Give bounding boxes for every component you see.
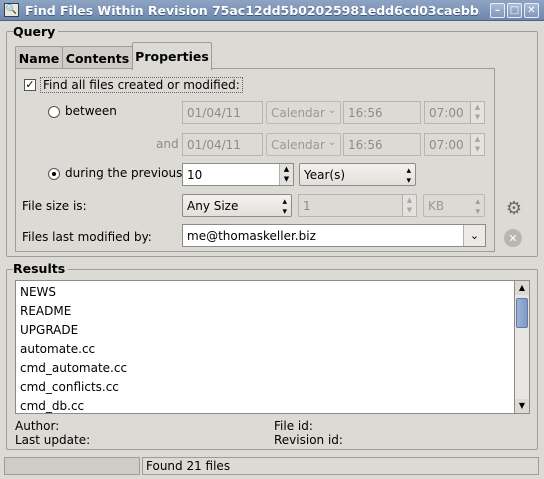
window-title: Find Files Within Revision 75ac12dd5b020… (25, 3, 480, 18)
revision-id-label: Revision id: (274, 433, 343, 447)
file-size-comparison-combo[interactable]: Any Size ▴ ▾ (182, 194, 292, 217)
scroll-down-icon[interactable]: ▼ (515, 399, 529, 413)
modified-by-value: me@thomaskeller.biz (187, 228, 316, 243)
clear-icon[interactable]: ✕ (504, 229, 522, 247)
close-icon[interactable]: ✕ (524, 3, 539, 18)
chevron-down-icon: ⌄ (327, 137, 336, 148)
file-id-label: File id: (274, 419, 313, 433)
status-progress (4, 457, 140, 475)
title-bar[interactable]: 🔍 Find Files Within Revision 75ac12dd5b0… (0, 0, 544, 21)
to-zone-spin[interactable]: 07:00 ▲ ▼ (424, 133, 485, 156)
app-icon: 🔍 (4, 3, 19, 17)
updown-icon: ▴ ▾ (282, 197, 287, 217)
from-zone-value: 07:00 (429, 105, 464, 120)
find-all-label[interactable]: Find all files created or modified: (40, 77, 243, 93)
file-size-unit-combo[interactable]: KB ▴ ▾ (423, 194, 485, 217)
list-item[interactable]: NEWS (20, 285, 56, 299)
spin-arrows-icon[interactable]: ▲ ▼ (279, 164, 293, 185)
to-date-field[interactable]: 01/04/11 (182, 133, 263, 156)
between-label: between (65, 104, 117, 118)
during-label: during the previous (65, 166, 183, 180)
from-date-field[interactable]: 01/04/11 (182, 101, 263, 124)
tab-properties[interactable]: Properties (132, 42, 212, 70)
minimize-icon[interactable]: – (490, 3, 505, 18)
list-item[interactable]: cmd_conflicts.cc (20, 380, 119, 394)
tab-name[interactable]: Name (15, 46, 63, 69)
during-unit-combo[interactable]: Year(s) ▴ ▾ (299, 163, 416, 186)
from-calendar-label: Calendar (271, 105, 325, 120)
scroll-thumb[interactable] (516, 298, 528, 328)
list-item[interactable]: README (20, 304, 71, 318)
to-calendar-combo[interactable]: Calendar ⌄ (266, 133, 341, 156)
list-item[interactable]: cmd_db.cc (20, 399, 84, 413)
results-list[interactable]: NEWS README UPGRADE automate.cc cmd_auto… (15, 280, 515, 414)
query-frame-label: Query (13, 24, 59, 39)
file-size-comparison-label: Any Size (187, 198, 239, 213)
results-frame-label: Results (13, 261, 69, 276)
tab-contents[interactable]: Contents (62, 46, 133, 69)
list-item[interactable]: UPGRADE (20, 323, 78, 337)
during-radio[interactable] (48, 168, 60, 180)
from-zone-spin[interactable]: 07:00 ▲ ▼ (424, 101, 485, 124)
and-label: and (156, 137, 179, 151)
during-amount-value: 10 (187, 167, 203, 182)
find-all-checkbox[interactable]: ✓ (24, 79, 36, 91)
author-label: Author: (15, 419, 60, 433)
spin-arrows-icon[interactable]: ▲ ▼ (402, 195, 416, 216)
spin-arrows-icon[interactable]: ▲ ▼ (470, 134, 484, 155)
file-size-unit-label: KB (428, 198, 445, 213)
list-item[interactable]: automate.cc (20, 342, 95, 356)
results-scrollbar[interactable]: ▲ ▼ (515, 280, 530, 414)
between-radio[interactable] (48, 106, 60, 118)
spin-arrows-icon[interactable]: ▲ ▼ (470, 102, 484, 123)
updown-icon: ▴ ▾ (475, 197, 480, 217)
from-calendar-combo[interactable]: Calendar ⌄ (266, 101, 341, 124)
scroll-up-icon[interactable]: ▲ (515, 281, 529, 295)
during-unit-label: Year(s) (304, 167, 346, 182)
gears-icon[interactable]: ⚙ (503, 197, 525, 219)
file-size-value-spin[interactable]: 1 ▲ ▼ (298, 194, 417, 217)
maximize-icon[interactable]: □ (507, 3, 522, 18)
chevron-down-icon[interactable]: ⌄ (463, 225, 485, 246)
file-size-label: File size is: (22, 199, 87, 213)
modified-by-combo[interactable]: me@thomaskeller.biz ⌄ (182, 224, 486, 247)
status-text: Found 21 files (142, 457, 539, 475)
file-size-value: 1 (303, 198, 311, 213)
from-time-field[interactable]: 16:56 (343, 101, 421, 124)
during-amount-spin[interactable]: 10 ▲ ▼ (182, 163, 294, 186)
modified-by-label: Files last modified by: (22, 230, 152, 244)
to-zone-value: 07:00 (429, 137, 464, 152)
list-item[interactable]: cmd_automate.cc (20, 361, 127, 375)
chevron-down-icon: ⌄ (327, 105, 336, 116)
last-update-label: Last update: (15, 433, 91, 447)
updown-icon: ▴ ▾ (406, 166, 411, 186)
to-time-field[interactable]: 16:56 (343, 133, 421, 156)
to-calendar-label: Calendar (271, 137, 325, 152)
